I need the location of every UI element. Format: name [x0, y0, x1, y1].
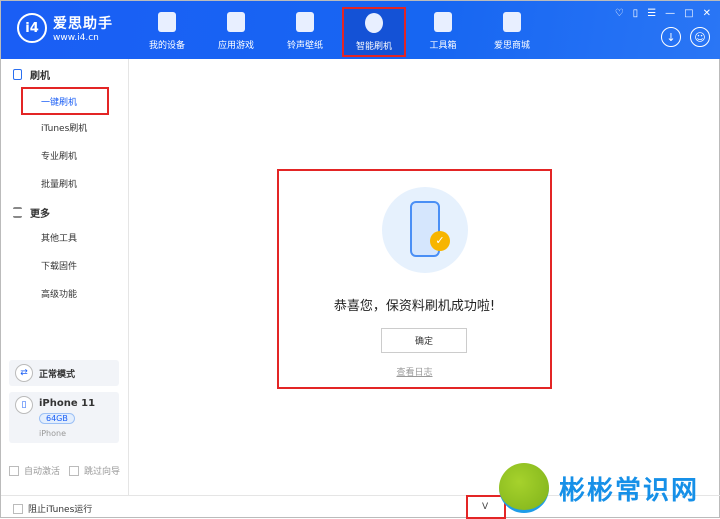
- sidebar-item-pro-flash[interactable]: 专业刷机: [1, 143, 128, 171]
- checkbox-label: 跳过向导: [84, 467, 121, 477]
- nav-store[interactable]: 爱思商城: [480, 1, 544, 59]
- maximize-icon[interactable]: □: [684, 8, 693, 19]
- app-url: www.i4.cn: [53, 33, 99, 43]
- toolbox-icon: [434, 12, 452, 32]
- shirt-icon[interactable]: ♡: [615, 8, 624, 19]
- close-icon[interactable]: ✕: [703, 8, 711, 19]
- note-icon[interactable]: ▯: [633, 8, 639, 19]
- app-logo: i4 爱思助手 www.i4.cn: [17, 13, 113, 43]
- link-icon: ⇄: [15, 364, 33, 382]
- mode-card: ⇄ 正常模式: [9, 360, 119, 386]
- nav-ringtones[interactable]: 铃声壁纸: [273, 1, 337, 59]
- sidebar-item-batch-flash[interactable]: 批量刷机: [1, 171, 128, 199]
- watermark: 彬彬常识网: [499, 463, 699, 513]
- download-icon[interactable]: ↓: [661, 27, 681, 47]
- menu-icon[interactable]: ☰: [647, 8, 656, 19]
- globe-logo-icon: [499, 463, 549, 513]
- nav-label: 铃声壁纸: [286, 41, 323, 51]
- device-name: iPhone 11: [39, 398, 96, 409]
- section-label: 刷机: [30, 70, 50, 82]
- success-dialog: ✓ 恭喜您，保资料刷机成功啦! 确定 查看日志: [277, 169, 552, 389]
- music-folder-icon: [296, 12, 314, 32]
- sidebar-item-download-firmware[interactable]: 下载固件: [1, 253, 128, 281]
- success-message: 恭喜您，保资料刷机成功啦!: [333, 299, 496, 314]
- shopping-bag-icon: [503, 12, 521, 32]
- check-icon: ✓: [430, 231, 450, 251]
- cube-icon: [227, 12, 245, 32]
- nav-my-device[interactable]: 我的设备: [135, 1, 199, 59]
- checkbox-label: 阻止iTunes运行: [28, 505, 93, 515]
- app-name: 爱思助手: [53, 16, 113, 32]
- nav-apps-games[interactable]: 应用游戏: [204, 1, 268, 59]
- minimize-icon[interactable]: —: [665, 8, 675, 19]
- nav-smart-flash[interactable]: 智能刷机: [342, 7, 406, 57]
- sidebar: 刷机 一键刷机 iTunes刷机 专业刷机 批量刷机 更多 其他工具 下载固件 …: [1, 59, 129, 495]
- phone-icon: ▯: [15, 396, 33, 414]
- section-label: 更多: [30, 208, 50, 220]
- nav-label: 工具箱: [429, 41, 457, 51]
- nav-label: 应用游戏: [217, 41, 254, 51]
- device-card: ▯ iPhone 11 64GB iPhone: [9, 392, 119, 443]
- view-log-link[interactable]: 查看日志: [279, 365, 550, 378]
- sidebar-item-other-tools[interactable]: 其他工具: [1, 225, 128, 253]
- sidebar-item-one-click-flash[interactable]: 一键刷机: [21, 87, 109, 115]
- sidebar-item-advanced[interactable]: 高级功能: [1, 281, 128, 309]
- mode-label: 正常模式: [39, 370, 76, 380]
- section-flash: 刷机: [1, 61, 128, 87]
- logo-icon: i4: [17, 13, 47, 43]
- user-icon[interactable]: ☺: [690, 27, 710, 47]
- sidebar-item-itunes-flash[interactable]: iTunes刷机: [1, 115, 128, 143]
- checkbox-label: 自动激活: [24, 467, 61, 477]
- top-nav: 我的设备 应用游戏 铃声壁纸 智能刷机 工具箱 爱思商城: [135, 1, 549, 59]
- skip-guide-checkbox[interactable]: 跳过向导: [69, 464, 120, 477]
- device-type: iPhone: [39, 429, 67, 438]
- nav-toolbox[interactable]: 工具箱: [411, 1, 475, 59]
- storage-badge: 64GB: [39, 413, 75, 424]
- header: i4 爱思助手 www.i4.cn 我的设备 应用游戏 铃声壁纸 智能刷机 工具…: [1, 1, 720, 59]
- confirm-button[interactable]: 确定: [381, 328, 467, 353]
- nav-label: 我的设备: [148, 41, 185, 51]
- nav-label: 爱思商城: [493, 41, 530, 51]
- shield-refresh-icon: [365, 13, 383, 33]
- block-itunes-checkbox[interactable]: 阻止iTunes运行: [13, 502, 92, 515]
- success-illustration: ✓: [382, 187, 468, 273]
- section-more: 更多: [1, 199, 128, 225]
- watermark-text: 彬彬常识网: [559, 475, 700, 506]
- phone-icon: [158, 12, 176, 32]
- auto-activate-checkbox[interactable]: 自动激活: [9, 464, 60, 477]
- menu-icon: [13, 206, 22, 218]
- nav-label: 智能刷机: [355, 42, 392, 52]
- phone-icon: [13, 68, 22, 80]
